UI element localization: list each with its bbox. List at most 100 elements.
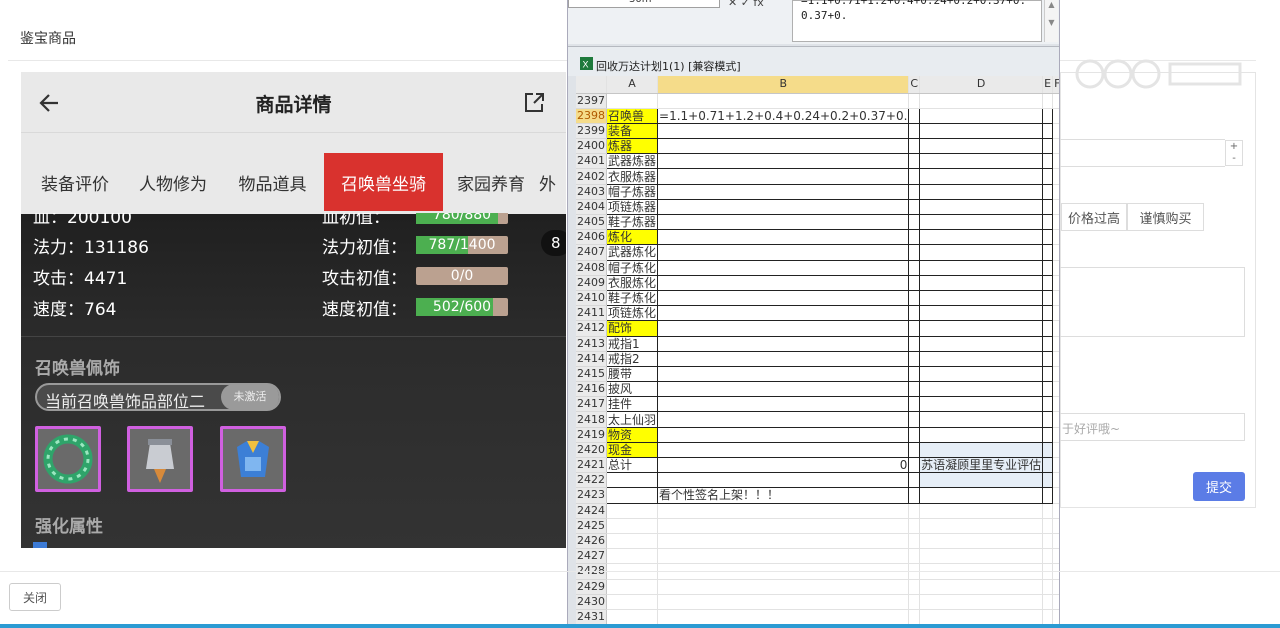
cell[interactable]: [657, 213, 910, 231]
cell[interactable]: [919, 350, 1044, 367]
select-all-corner[interactable]: [576, 76, 607, 94]
cell[interactable]: 炼器: [605, 138, 659, 155]
cell[interactable]: [908, 350, 921, 367]
cell[interactable]: [1042, 244, 1054, 261]
accessory-item-wreath[interactable]: [35, 426, 101, 492]
cell[interactable]: [1042, 350, 1054, 367]
cell[interactable]: [1052, 244, 1059, 261]
cell[interactable]: [919, 411, 1044, 428]
row-header[interactable]: 2421: [576, 457, 607, 474]
cell[interactable]: [919, 487, 1044, 504]
cell[interactable]: 项链炼器: [605, 198, 659, 216]
cell[interactable]: [919, 441, 1044, 459]
cell[interactable]: [657, 396, 910, 413]
share-icon[interactable]: [521, 90, 547, 116]
cell[interactable]: [1042, 456, 1054, 474]
cell[interactable]: [919, 503, 1044, 519]
cell[interactable]: [919, 609, 1044, 626]
cell[interactable]: [908, 213, 921, 231]
cell[interactable]: [1042, 153, 1054, 170]
cell[interactable]: [919, 93, 1044, 109]
cell[interactable]: [657, 274, 910, 291]
cell[interactable]: [657, 426, 910, 443]
row-header[interactable]: 2416: [576, 381, 607, 398]
cell[interactable]: [919, 396, 1044, 413]
row-header[interactable]: 2406: [576, 229, 607, 246]
cell[interactable]: 衣服炼化: [605, 274, 659, 291]
cell[interactable]: [908, 441, 921, 459]
cell[interactable]: [657, 411, 910, 428]
row-header[interactable]: 2398: [576, 108, 607, 124]
cell[interactable]: [1042, 487, 1054, 504]
cell[interactable]: [657, 579, 910, 595]
cell[interactable]: [1042, 396, 1054, 413]
row-header[interactable]: 2429: [576, 579, 607, 595]
cell[interactable]: [1052, 260, 1059, 276]
cell[interactable]: [908, 122, 921, 140]
cell[interactable]: [606, 533, 659, 550]
cell[interactable]: [1052, 305, 1059, 322]
cell[interactable]: [919, 259, 1044, 276]
cell[interactable]: [919, 153, 1044, 170]
cell[interactable]: [1042, 594, 1054, 610]
cell[interactable]: [606, 579, 659, 595]
cell[interactable]: [657, 609, 910, 626]
cell[interactable]: [919, 381, 1044, 398]
formula-cancel-confirm-icon[interactable]: ✕ ✓ fx: [728, 0, 764, 9]
cell[interactable]: [606, 609, 659, 626]
cell[interactable]: 配饰: [605, 320, 659, 337]
cell[interactable]: [1042, 289, 1054, 307]
column-header[interactable]: C: [908, 76, 921, 94]
row-header[interactable]: 2430: [576, 594, 607, 610]
cell[interactable]: 0: [657, 456, 910, 474]
cell[interactable]: [1042, 320, 1054, 337]
cell[interactable]: [657, 244, 910, 261]
cell[interactable]: [908, 274, 921, 291]
cell[interactable]: 炼化: [605, 229, 659, 246]
cell[interactable]: [1042, 609, 1054, 626]
cell[interactable]: [1042, 426, 1054, 443]
cell[interactable]: =1.1+0.71+1.2+0.4+0.24+0.2+0.37+0.: [657, 107, 910, 124]
cell[interactable]: [908, 93, 921, 109]
cell[interactable]: [919, 122, 1044, 140]
cell[interactable]: [919, 198, 1044, 216]
cell[interactable]: [1042, 198, 1054, 216]
cell[interactable]: [1052, 548, 1059, 565]
cell[interactable]: [1042, 213, 1054, 231]
cell[interactable]: [908, 609, 921, 626]
cell[interactable]: [657, 138, 910, 155]
cell[interactable]: [1052, 472, 1059, 489]
column-header[interactable]: B: [657, 76, 910, 94]
column-header[interactable]: A: [606, 76, 659, 94]
accessory-slot-pill[interactable]: 当前召唤兽饰品部位二 未激活: [35, 383, 281, 411]
cell[interactable]: [1052, 153, 1059, 170]
cell[interactable]: [919, 365, 1044, 383]
review-textarea[interactable]: [1059, 267, 1245, 337]
cell[interactable]: [908, 365, 921, 383]
cell[interactable]: [1042, 365, 1054, 383]
cell[interactable]: [908, 305, 921, 322]
cell[interactable]: [908, 335, 921, 352]
row-header[interactable]: 2424: [576, 503, 607, 519]
cell[interactable]: [1052, 411, 1059, 428]
spreadsheet-grid[interactable]: ABCDEFG23972398召唤兽=1.1+0.71+1.2+0.4+0.24…: [576, 76, 1059, 628]
cell[interactable]: [908, 183, 921, 200]
cell[interactable]: [1042, 183, 1054, 200]
cell[interactable]: [1052, 199, 1059, 216]
cell[interactable]: [919, 594, 1044, 610]
cell[interactable]: [1052, 108, 1059, 124]
cell[interactable]: [1042, 518, 1054, 534]
cell[interactable]: [657, 350, 910, 367]
cell[interactable]: [1052, 275, 1059, 291]
cell[interactable]: [919, 533, 1044, 550]
cell[interactable]: [657, 93, 910, 109]
column-header[interactable]: F: [1052, 76, 1059, 94]
cell[interactable]: [1052, 351, 1059, 367]
cell[interactable]: [657, 229, 910, 246]
cell[interactable]: [1042, 335, 1054, 352]
tag-price-high[interactable]: 价格过高: [1061, 203, 1127, 231]
cell[interactable]: 帽子炼器: [605, 183, 659, 200]
cell[interactable]: [1052, 442, 1059, 459]
cell[interactable]: [919, 426, 1044, 443]
cell[interactable]: [908, 518, 921, 534]
